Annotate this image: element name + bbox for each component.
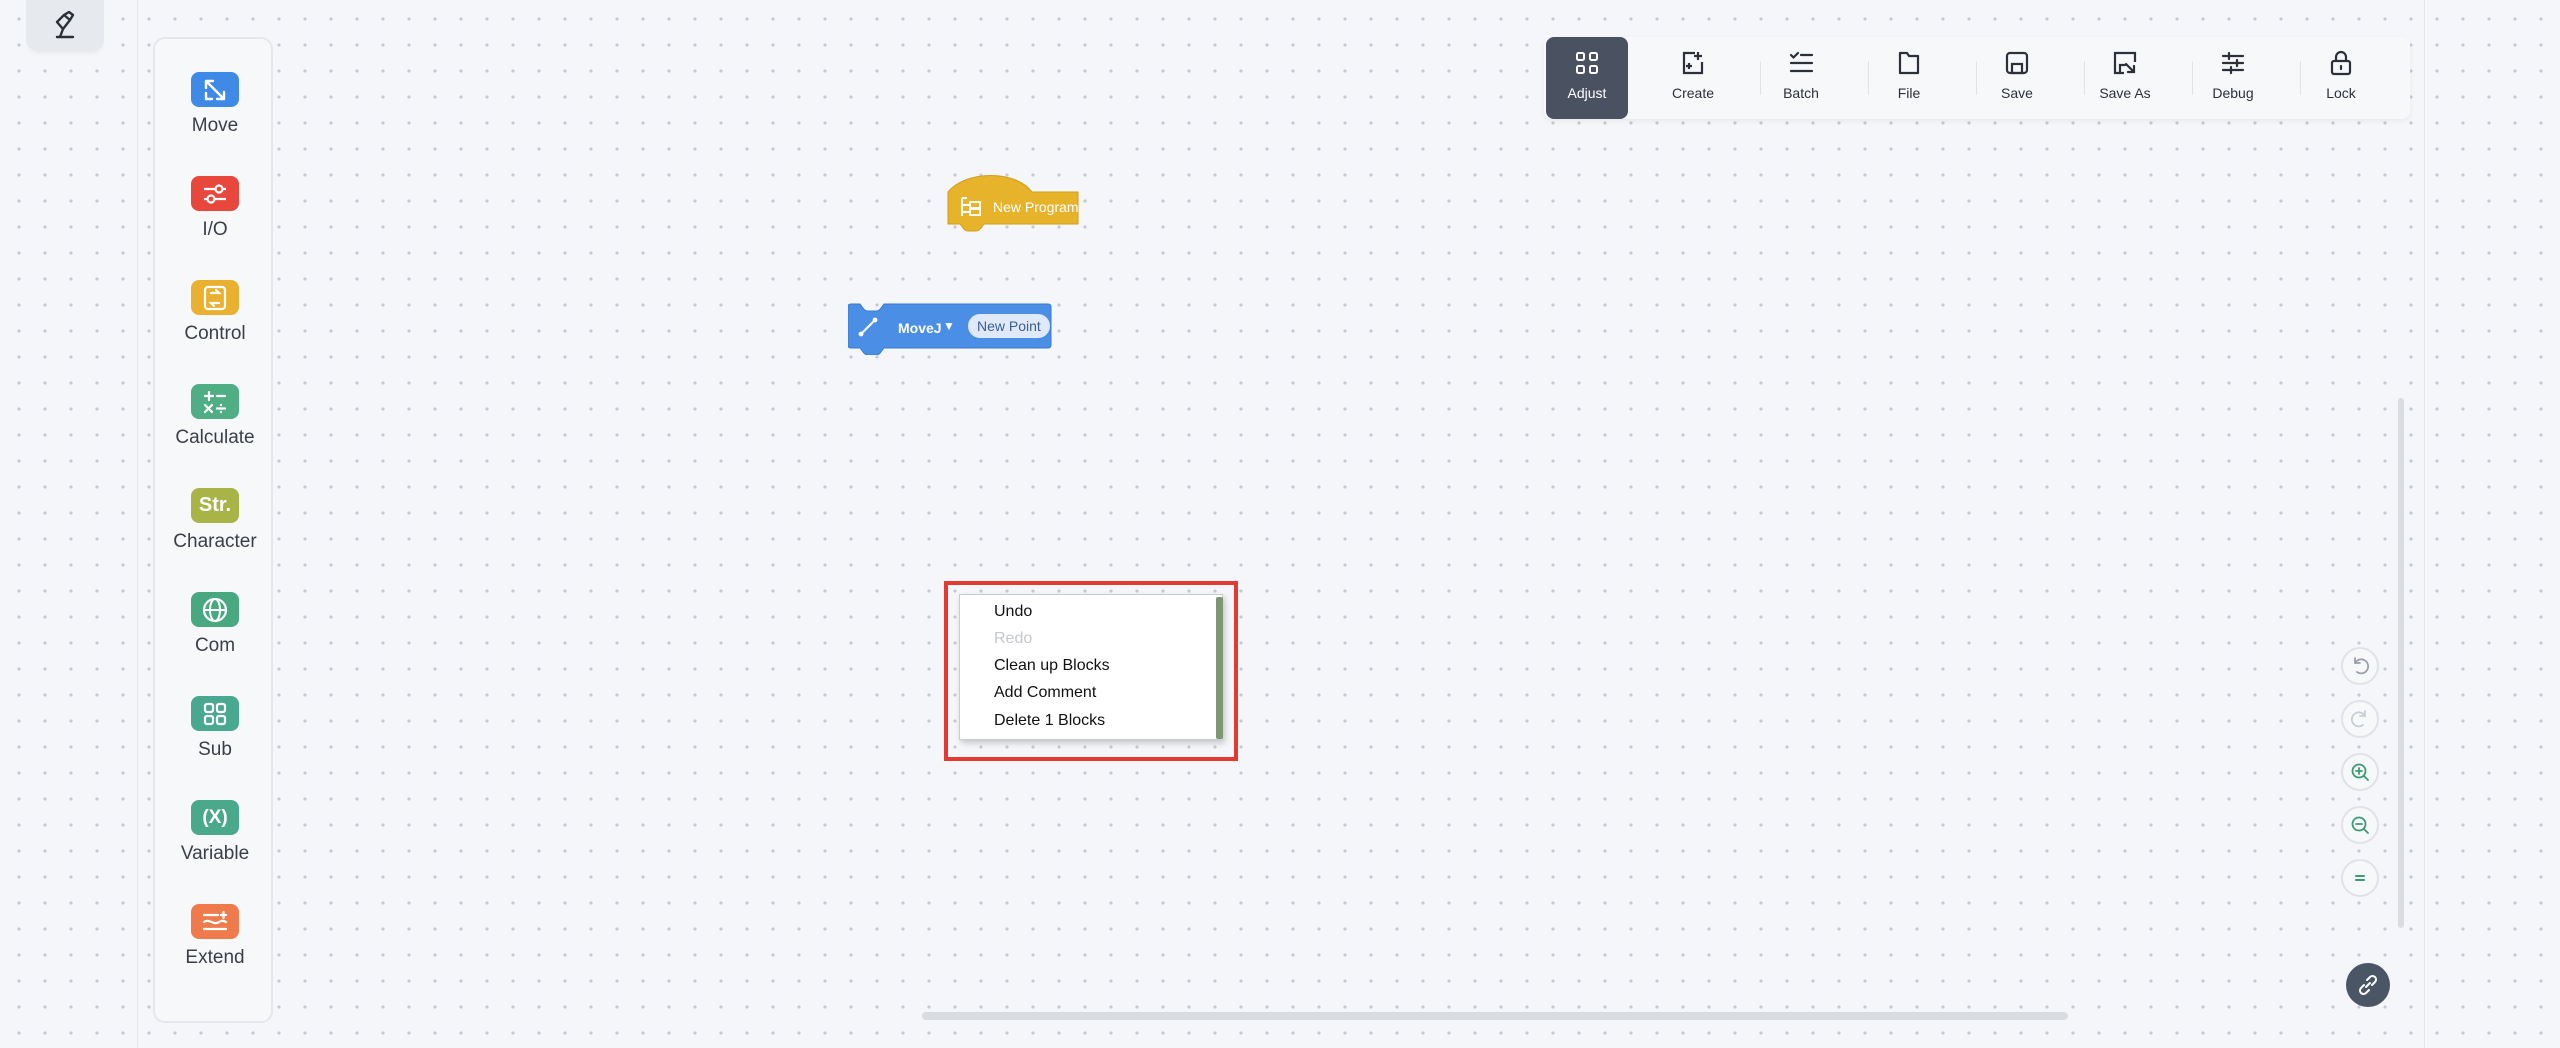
reset-zoom-button[interactable] — [2341, 859, 2379, 897]
zoom-in-button[interactable] — [2341, 753, 2379, 791]
program-tree-icon — [961, 197, 981, 216]
reset-zoom-icon — [2355, 875, 2365, 881]
move-arrows-icon — [191, 72, 239, 107]
block-category-panel: Move I/O Control Calculate Str. Characte… — [153, 37, 273, 1023]
create-icon — [1682, 51, 1704, 75]
menu-item-redo: Redo — [994, 630, 1033, 647]
save-as-icon — [2113, 51, 2137, 75]
batch-button[interactable]: Batch — [1760, 37, 1842, 119]
category-label: Variable — [180, 843, 250, 864]
menu-item-add-comment[interactable]: Add Comment — [994, 680, 1096, 706]
file-button[interactable]: File — [1868, 37, 1950, 119]
category-extend[interactable]: Extend — [155, 871, 275, 969]
undo-view-button[interactable] — [2341, 647, 2379, 685]
tool-label: File — [1897, 85, 1921, 101]
category-label: Sub — [198, 739, 232, 760]
movej-block[interactable]: MoveJ ▼ New Point — [847, 303, 1052, 356]
category-label: I/O — [202, 219, 228, 240]
redo-icon — [2350, 710, 2366, 728]
context-menu-scrollbar[interactable] — [1216, 597, 1223, 739]
category-variable[interactable]: (X) Variable — [155, 767, 275, 865]
create-button[interactable]: Create — [1652, 37, 1734, 119]
variable-icon-text: (X) — [202, 806, 228, 828]
context-menu: Undo Redo Clean up Blocks Add Comment De… — [959, 594, 1223, 740]
top-toolbar: Adjust Create Batch File Save Save As De… — [1544, 37, 2410, 119]
globe-icon — [191, 592, 239, 627]
vertical-scrollbar[interactable] — [2398, 398, 2404, 928]
category-move[interactable]: Move — [155, 39, 275, 137]
hat-block-label: New Program — [993, 199, 1079, 215]
menu-item-clean-up[interactable]: Clean up Blocks — [994, 653, 1110, 679]
category-calculate[interactable]: Calculate — [155, 351, 275, 449]
zoom-in-icon — [2351, 763, 2369, 781]
io-sliders-icon — [191, 176, 239, 211]
category-label: Control — [184, 323, 246, 344]
character-icon-text: Str. — [198, 494, 232, 516]
category-io[interactable]: I/O — [155, 143, 275, 241]
undo-icon — [2354, 657, 2370, 675]
zoom-out-button[interactable] — [2341, 806, 2379, 844]
tool-label: Lock — [2326, 85, 2356, 101]
movej-command-label[interactable]: MoveJ — [898, 320, 942, 336]
robot-arm-logo[interactable] — [26, 0, 104, 50]
category-label: Com — [194, 635, 236, 656]
tool-label: Save — [2001, 85, 2033, 101]
category-label: Character — [173, 531, 257, 552]
category-sub[interactable]: Sub — [155, 663, 275, 761]
link-chain-icon — [2358, 974, 2378, 996]
debug-icon — [2221, 51, 2245, 75]
tool-label: Save As — [2099, 85, 2151, 101]
new-point-field[interactable]: New Point — [968, 314, 1050, 338]
tool-label: Create — [1671, 85, 1715, 101]
robot-arm-icon — [55, 10, 75, 39]
debug-button[interactable]: Debug — [2192, 37, 2274, 119]
adjust-button[interactable]: Adjust — [1546, 37, 1628, 119]
horizontal-scrollbar[interactable] — [922, 1012, 2068, 1020]
character-icon: Str. — [191, 488, 239, 523]
redo-view-button[interactable] — [2341, 700, 2379, 738]
menu-item-delete[interactable]: Delete 1 Blocks — [994, 708, 1105, 734]
category-label: Move — [191, 115, 239, 136]
zoom-out-icon — [2351, 816, 2369, 834]
save-as-button[interactable]: Save As — [2084, 37, 2166, 119]
lock-icon — [2330, 50, 2352, 76]
save-icon — [2005, 51, 2029, 75]
category-label: Calculate — [175, 427, 255, 448]
tool-label: Debug — [2212, 85, 2254, 101]
grid-icon — [191, 696, 239, 731]
save-button[interactable]: Save — [1976, 37, 2058, 119]
calculate-icon — [191, 384, 239, 419]
lock-button[interactable]: Lock — [2300, 37, 2382, 119]
menu-item-undo[interactable]: Undo — [994, 599, 1032, 625]
canvas-right-border — [2424, 0, 2425, 1048]
category-label: Extend — [185, 947, 245, 968]
canvas-left-border — [137, 0, 138, 1048]
extend-icon — [191, 904, 239, 939]
control-icon — [191, 280, 239, 315]
category-character[interactable]: Str. Character — [155, 455, 275, 553]
adjust-grid-icon — [1576, 52, 1598, 74]
category-control[interactable]: Control — [155, 247, 275, 345]
file-icon — [1898, 51, 1920, 75]
tool-label: Batch — [1783, 85, 1819, 101]
batch-icon — [1789, 51, 1814, 73]
chevron-down-icon[interactable]: ▼ — [943, 319, 955, 333]
new-program-block[interactable]: New Program — [946, 172, 1080, 236]
movej-path-icon — [858, 317, 878, 337]
variable-icon: (X) — [191, 800, 239, 835]
tool-label: Adjust — [1567, 85, 1607, 101]
category-com[interactable]: Com — [155, 559, 275, 657]
chat-assistant-button[interactable] — [2346, 963, 2390, 1007]
